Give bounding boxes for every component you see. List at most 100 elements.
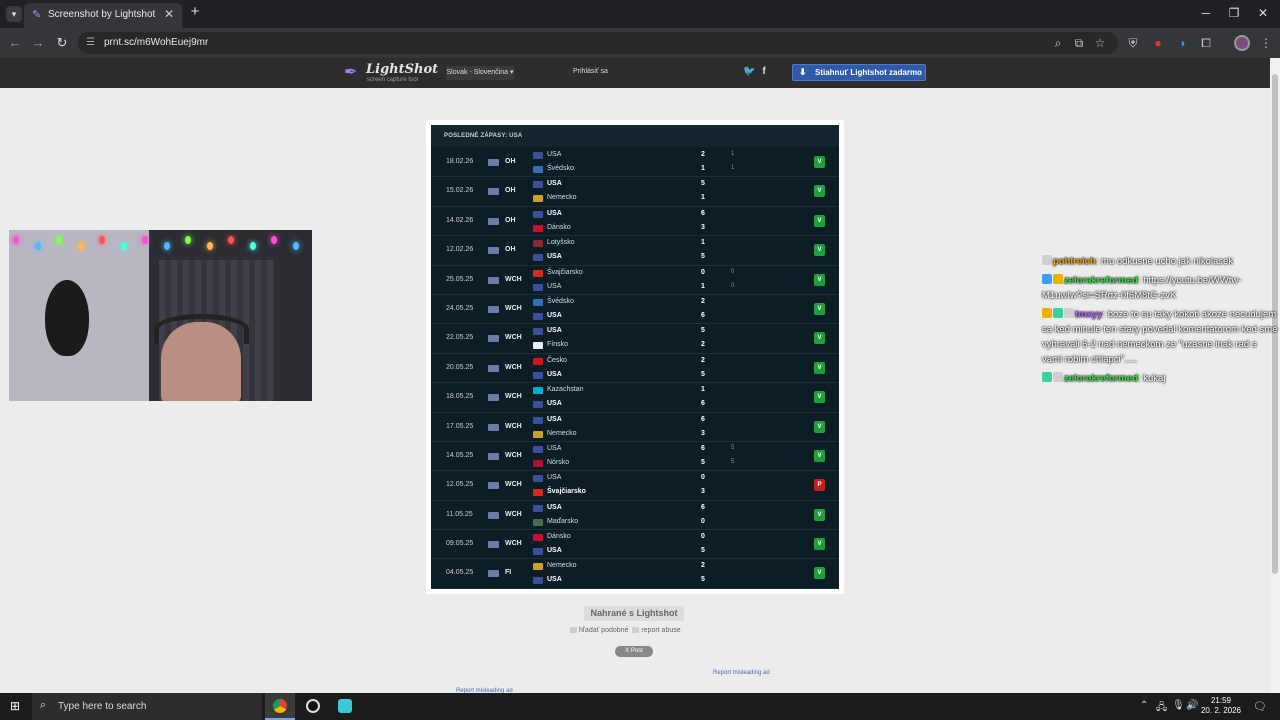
x-post-button[interactable]: X Post bbox=[615, 646, 653, 657]
tab-close-icon[interactable]: ✕ bbox=[162, 7, 176, 21]
facebook-icon[interactable]: f bbox=[758, 66, 770, 77]
chat-username[interactable]: pohlreich bbox=[1053, 256, 1096, 267]
away-team: Dánsko 3 bbox=[533, 222, 833, 236]
language-select[interactable]: Slovak - Slovenčina ▾ bbox=[446, 66, 514, 80]
tray-network-icon[interactable]: 🖧 bbox=[1156, 700, 1167, 717]
tray-mic-icon[interactable]: 🎙 bbox=[1172, 700, 1185, 711]
team-flag-icon bbox=[533, 240, 543, 248]
team-flag-icon bbox=[533, 357, 543, 365]
match-competition: WCH bbox=[505, 451, 522, 459]
chat-username[interactable]: zelorakreformed bbox=[1064, 373, 1138, 384]
match-competition: FI bbox=[505, 569, 512, 577]
close-window-button[interactable]: ✕ bbox=[1256, 6, 1270, 20]
match-row[interactable]: 17.05.25 WCH USA 6 Nemecko 3 V bbox=[431, 413, 839, 442]
result-badge: V bbox=[814, 185, 825, 198]
uploaded-with-lightshot-badge[interactable]: Nahrané s Lightshot bbox=[584, 606, 684, 621]
away-team-name: Dánsko bbox=[547, 223, 571, 231]
away-score: 1 bbox=[701, 165, 705, 172]
bookmark-star-icon[interactable]: ☆ bbox=[1092, 35, 1108, 51]
match-row[interactable]: 18.05.25 WCH Kazachstan 1 USA 6 V bbox=[431, 383, 839, 413]
chat-username[interactable]: zelorakreformed bbox=[1064, 275, 1138, 286]
team-flag-icon bbox=[533, 518, 543, 526]
match-row[interactable]: 25.05.25 WCH Švajčiarsko 0 0 USA 1 0 V bbox=[431, 266, 839, 295]
new-tab-button[interactable]: + bbox=[188, 4, 202, 19]
extensions-puzzle-icon[interactable]: ⧠ bbox=[1198, 35, 1214, 51]
team-flag-icon bbox=[533, 387, 543, 395]
extension-shield-icon[interactable]: ⛨ bbox=[1125, 35, 1141, 51]
site-info-icon[interactable]: ☰ bbox=[86, 36, 100, 50]
report-abuse-link[interactable]: report abuse bbox=[641, 627, 680, 634]
notification-icon[interactable]: 🗨 bbox=[1253, 700, 1267, 713]
away-team-name: USA bbox=[547, 253, 562, 261]
taskbar-chrome-app[interactable] bbox=[265, 693, 295, 720]
match-row[interactable]: 09.05.25 WCH Dánsko 0 USA 5 V bbox=[431, 530, 839, 560]
zoom-icon[interactable]: ⌕ bbox=[1050, 35, 1066, 51]
tab-lightshot[interactable]: ✎ Screenshot by Lightshot ✕ bbox=[24, 3, 182, 28]
match-row[interactable]: 18.02.26 OH USA 2 1 Švédsko 1 1 V bbox=[431, 148, 839, 178]
taskbar-search-box[interactable]: ⌕ Type here to search bbox=[32, 693, 262, 720]
search-similar-icon bbox=[570, 627, 577, 634]
taskbar-search-placeholder: Type here to search bbox=[58, 701, 147, 712]
away-team: Nemecko 3 bbox=[533, 428, 833, 442]
report-misleading-ad-link[interactable]: Report misleading ad bbox=[713, 670, 770, 676]
browser-menu-icon[interactable]: ⋮ bbox=[1258, 35, 1274, 51]
away-team: USA 5 bbox=[533, 574, 833, 588]
home-team-name: Nemecko bbox=[547, 562, 577, 570]
match-row[interactable]: 24.05.25 WCH Švédsko 2 USA 6 V bbox=[431, 295, 839, 325]
twitter-icon[interactable]: 🐦 bbox=[743, 66, 755, 77]
forward-arrow-icon[interactable]: → bbox=[30, 35, 46, 51]
team-flag-icon bbox=[533, 298, 543, 306]
match-row[interactable]: 14.05.25 WCH USA 6 5 Nórsko 5 5 V bbox=[431, 442, 839, 472]
light-bulb bbox=[185, 236, 191, 244]
chat-message: zelorakreformed: kukaj bbox=[1042, 371, 1278, 386]
cast-icon[interactable]: ⧉ bbox=[1071, 35, 1087, 51]
away-team-name: Maďarsko bbox=[547, 517, 579, 525]
away-score: 0 bbox=[701, 517, 705, 525]
light-bulb bbox=[206, 242, 213, 250]
match-row[interactable]: 11.05.25 WCH USA 6 Maďarsko 0 V bbox=[431, 501, 839, 531]
chat-text: : mu odkusne ucho jak nikolasek bbox=[1095, 256, 1234, 267]
home-team-name: Lotyšsko bbox=[547, 239, 575, 247]
url-text[interactable]: prnt.sc/m6WohEuej9mr bbox=[104, 37, 208, 48]
chat-badge-icon bbox=[1053, 274, 1063, 284]
chat-username[interactable]: tmxyy bbox=[1075, 309, 1102, 320]
match-row[interactable]: 22.05.25 WCH USA 5 Fínsko 2 V bbox=[431, 324, 839, 354]
extension-badge-icon[interactable]: ● bbox=[1150, 35, 1166, 51]
windows-taskbar: ⊞ ⌕ Type here to search ⌃ 🖧 🎙 🔊 21:59 20… bbox=[0, 693, 1280, 720]
profile-avatar[interactable] bbox=[1234, 35, 1250, 51]
match-row[interactable]: 04.05.25 FI Nemecko 2 USA 5 V bbox=[431, 559, 839, 589]
restore-button[interactable]: ❐ bbox=[1227, 6, 1241, 20]
team-flag-icon bbox=[533, 563, 543, 571]
light-bulb bbox=[271, 236, 277, 244]
match-row[interactable]: 15.02.26 OH USA 5 Nemecko 1 V bbox=[431, 177, 839, 207]
login-link[interactable]: Prihlásiť sa bbox=[573, 68, 608, 75]
home-team-name: USA bbox=[547, 444, 562, 452]
lightshot-header: ✒ LightShot screen capture tool Slovak -… bbox=[0, 58, 1270, 88]
match-competition: WCH bbox=[505, 334, 522, 342]
match-date: 14.02.26 bbox=[446, 216, 474, 224]
address-bar[interactable]: ☰ prnt.sc/m6WohEuej9mr bbox=[78, 32, 1118, 54]
taskbar-clock[interactable]: 21:59 20. 2. 2026 bbox=[1196, 696, 1246, 716]
tab-search-button[interactable]: ▾ bbox=[6, 6, 22, 22]
stream-chat-overlay: pohlreich: mu odkusne ucho jak nikolasek… bbox=[1042, 254, 1278, 390]
match-row[interactable]: 12.05.25 WCH USA 0 Švajčiarsko 3 P bbox=[431, 471, 839, 501]
search-similar-link[interactable]: hľadať podobné bbox=[579, 627, 628, 634]
match-row[interactable]: 12.02.26 OH Lotyšsko 1 USA 5 V bbox=[431, 236, 839, 266]
match-row[interactable]: 20.05.25 WCH Česko 2 USA 5 V bbox=[431, 354, 839, 384]
match-date: 11.05.25 bbox=[446, 510, 473, 518]
download-lightshot-button[interactable]: ⬇ Stiahnuť Lightshot zadarmo bbox=[792, 64, 926, 81]
competition-flag-icon bbox=[488, 452, 499, 460]
tray-chevron-icon[interactable]: ⌃ bbox=[1140, 700, 1148, 711]
lightshot-logo[interactable]: LightShot bbox=[366, 62, 438, 77]
home-team-name: Česko bbox=[547, 356, 567, 364]
reload-icon[interactable]: ↻ bbox=[54, 35, 70, 51]
back-arrow-icon[interactable]: ← bbox=[7, 35, 23, 51]
team-flag-icon bbox=[533, 181, 543, 189]
taskbar-obs-app[interactable] bbox=[298, 693, 328, 720]
match-date: 17.05.25 bbox=[446, 422, 474, 430]
match-row[interactable]: 14.02.26 OH USA 6 Dánsko 3 V bbox=[431, 207, 839, 237]
extension-audio-icon[interactable]: ◗ bbox=[1175, 35, 1191, 51]
minimize-button[interactable]: ─ bbox=[1199, 6, 1213, 20]
windows-start-icon[interactable]: ⊞ bbox=[8, 699, 22, 713]
taskbar-vpn-app[interactable] bbox=[330, 693, 360, 720]
